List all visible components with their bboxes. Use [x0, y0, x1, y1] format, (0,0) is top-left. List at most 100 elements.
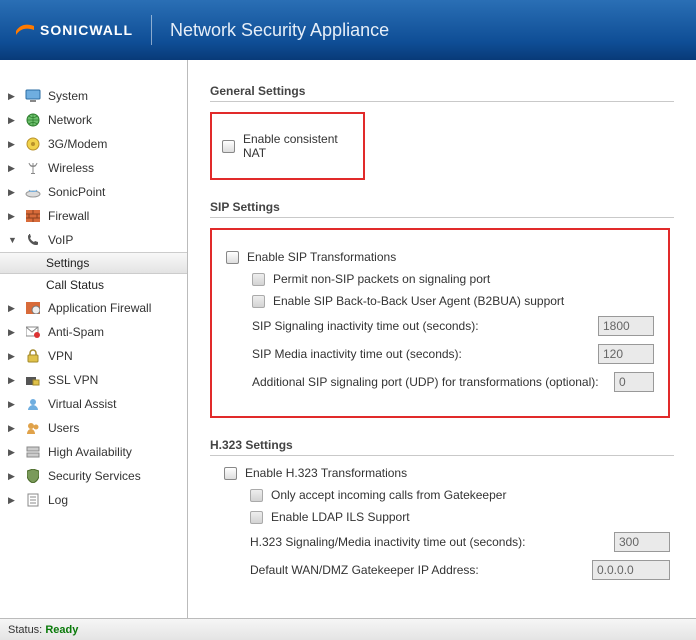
content-area: ▶ System ▶ Network ▶ 3G/Modem ▶ W [0, 60, 696, 618]
log-icon [24, 492, 42, 508]
sidebar-item-users[interactable]: ▶ Users [0, 416, 187, 440]
sidebar-item-label: Firewall [48, 209, 187, 223]
input-gatekeeper-ip[interactable] [592, 560, 670, 580]
chevron-right-icon: ▶ [8, 375, 18, 386]
sidebar-item-label: Wireless [48, 161, 187, 175]
sidebar-item-label: VPN [48, 349, 187, 363]
label-sip-signal-timeout: SIP Signaling inactivity time out (secon… [252, 319, 479, 333]
highlight-box-nat: Enable consistent NAT [210, 112, 365, 180]
ssl-lock-icon [24, 372, 42, 388]
sidebar-item-label: Security Services [48, 469, 187, 483]
access-point-icon [24, 184, 42, 200]
section-h323: H.323 Settings Enable H.323 Transformati… [210, 438, 674, 580]
sidebar-item-sslvpn[interactable]: ▶ SSL VPN [0, 368, 187, 392]
sidebar-item-wireless[interactable]: ▶ Wireless [0, 156, 187, 180]
sidebar-item-label: 3G/Modem [48, 137, 187, 151]
chevron-right-icon: ▶ [8, 187, 18, 198]
users-icon [24, 420, 42, 436]
sidebar-item-label: Log [48, 493, 187, 507]
sidebar-item-label: SSL VPN [48, 373, 187, 387]
checkbox-enable-ldap[interactable] [250, 511, 263, 524]
status-label: Status: [8, 624, 42, 636]
sidebar-sub-settings[interactable]: Settings [0, 252, 187, 274]
section-general: General Settings Enable consistent NAT [210, 84, 674, 180]
brick-wall-icon [24, 208, 42, 224]
label-enable-b2bua: Enable SIP Back-to-Back User Agent (B2BU… [273, 294, 564, 308]
chevron-right-icon: ▶ [8, 399, 18, 410]
sidebar-item-vpn[interactable]: ▶ VPN [0, 344, 187, 368]
brand-logo: SONICWALL [16, 21, 133, 39]
chevron-right-icon: ▶ [8, 471, 18, 482]
sidebar-item-system[interactable]: ▶ System [0, 84, 187, 108]
headset-icon [24, 396, 42, 412]
sidebar-item-application-firewall[interactable]: ▶ Application Firewall [0, 296, 187, 320]
status-bar: Status: Ready [0, 618, 696, 640]
servers-icon [24, 444, 42, 460]
chevron-right-icon: ▶ [8, 163, 18, 174]
globe-icon [24, 112, 42, 128]
label-enable-nat: Enable consistent NAT [243, 132, 353, 160]
checkbox-permit-nonsip[interactable] [252, 273, 265, 286]
sidebar-item-label: Application Firewall [48, 301, 187, 315]
label-sip-addl-port: Additional SIP signaling port (UDP) for … [252, 375, 599, 389]
header-divider [151, 15, 152, 45]
checkbox-enable-nat[interactable] [222, 140, 235, 153]
label-permit-nonsip: Permit non-SIP packets on signaling port [273, 272, 490, 286]
checkbox-only-gatekeeper[interactable] [250, 489, 263, 502]
sidebar-sub-callstatus[interactable]: Call Status [0, 274, 187, 296]
envelope-block-icon [24, 324, 42, 340]
input-sip-signal-timeout[interactable] [598, 316, 654, 336]
input-h323-signal-timeout[interactable] [614, 532, 670, 552]
label-enable-sip-transform: Enable SIP Transformations [247, 250, 396, 264]
section-title-h323: H.323 Settings [210, 438, 674, 456]
modem-icon [24, 136, 42, 152]
phone-icon [24, 232, 42, 248]
label-enable-ldap: Enable LDAP ILS Support [271, 510, 410, 524]
antenna-icon [24, 160, 42, 176]
sidebar-item-sonicpoint[interactable]: ▶ SonicPoint [0, 180, 187, 204]
input-sip-addl-port[interactable] [614, 372, 654, 392]
main-panel: General Settings Enable consistent NAT S… [188, 60, 696, 618]
label-only-gatekeeper: Only accept incoming calls from Gatekeep… [271, 488, 506, 502]
chevron-right-icon: ▶ [8, 495, 18, 506]
checkbox-enable-h323-transform[interactable] [224, 467, 237, 480]
section-title-general: General Settings [210, 84, 674, 102]
chevron-right-icon: ▶ [8, 423, 18, 434]
chevron-right-icon: ▶ [8, 115, 18, 126]
lock-icon [24, 348, 42, 364]
sidebar-item-label: High Availability [48, 445, 187, 459]
sidebar-item-virtual-assist[interactable]: ▶ Virtual Assist [0, 392, 187, 416]
sidebar-item-label: Network [48, 113, 187, 127]
app-firewall-icon [24, 300, 42, 316]
chevron-right-icon: ▶ [8, 91, 18, 102]
sidebar-item-voip[interactable]: ▼ VoIP [0, 228, 187, 252]
highlight-box-sip: Enable SIP Transformations Permit non-SI… [210, 228, 670, 418]
checkbox-enable-sip-transform[interactable] [226, 251, 239, 264]
sidebar-item-high-availability[interactable]: ▶ High Availability [0, 440, 187, 464]
sidebar-item-antispam[interactable]: ▶ Anti-Spam [0, 320, 187, 344]
monitor-icon [24, 88, 42, 104]
sidebar-item-label: Anti-Spam [48, 325, 187, 339]
chevron-right-icon: ▶ [8, 139, 18, 150]
sidebar-sub-label: Call Status [46, 278, 104, 292]
sidebar-item-label: SonicPoint [48, 185, 187, 199]
sidebar: ▶ System ▶ Network ▶ 3G/Modem ▶ W [0, 60, 188, 618]
input-sip-media-timeout[interactable] [598, 344, 654, 364]
section-title-sip: SIP Settings [210, 200, 674, 218]
sidebar-item-firewall[interactable]: ▶ Firewall [0, 204, 187, 228]
label-sip-media-timeout: SIP Media inactivity time out (seconds): [252, 347, 462, 361]
product-name: Network Security Appliance [170, 20, 389, 41]
chevron-down-icon: ▼ [8, 235, 18, 245]
sidebar-sub-label: Settings [46, 256, 89, 270]
sidebar-item-label: VoIP [48, 233, 187, 247]
sidebar-item-log[interactable]: ▶ Log [0, 488, 187, 512]
status-value: Ready [45, 624, 78, 636]
sidebar-item-3gmodem[interactable]: ▶ 3G/Modem [0, 132, 187, 156]
section-sip: SIP Settings Enable SIP Transformations … [210, 200, 674, 418]
checkbox-enable-b2bua[interactable] [252, 295, 265, 308]
sidebar-item-security-services[interactable]: ▶ Security Services [0, 464, 187, 488]
chevron-right-icon: ▶ [8, 351, 18, 362]
sidebar-item-label: System [48, 89, 187, 103]
sidebar-item-label: Users [48, 421, 187, 435]
sidebar-item-network[interactable]: ▶ Network [0, 108, 187, 132]
